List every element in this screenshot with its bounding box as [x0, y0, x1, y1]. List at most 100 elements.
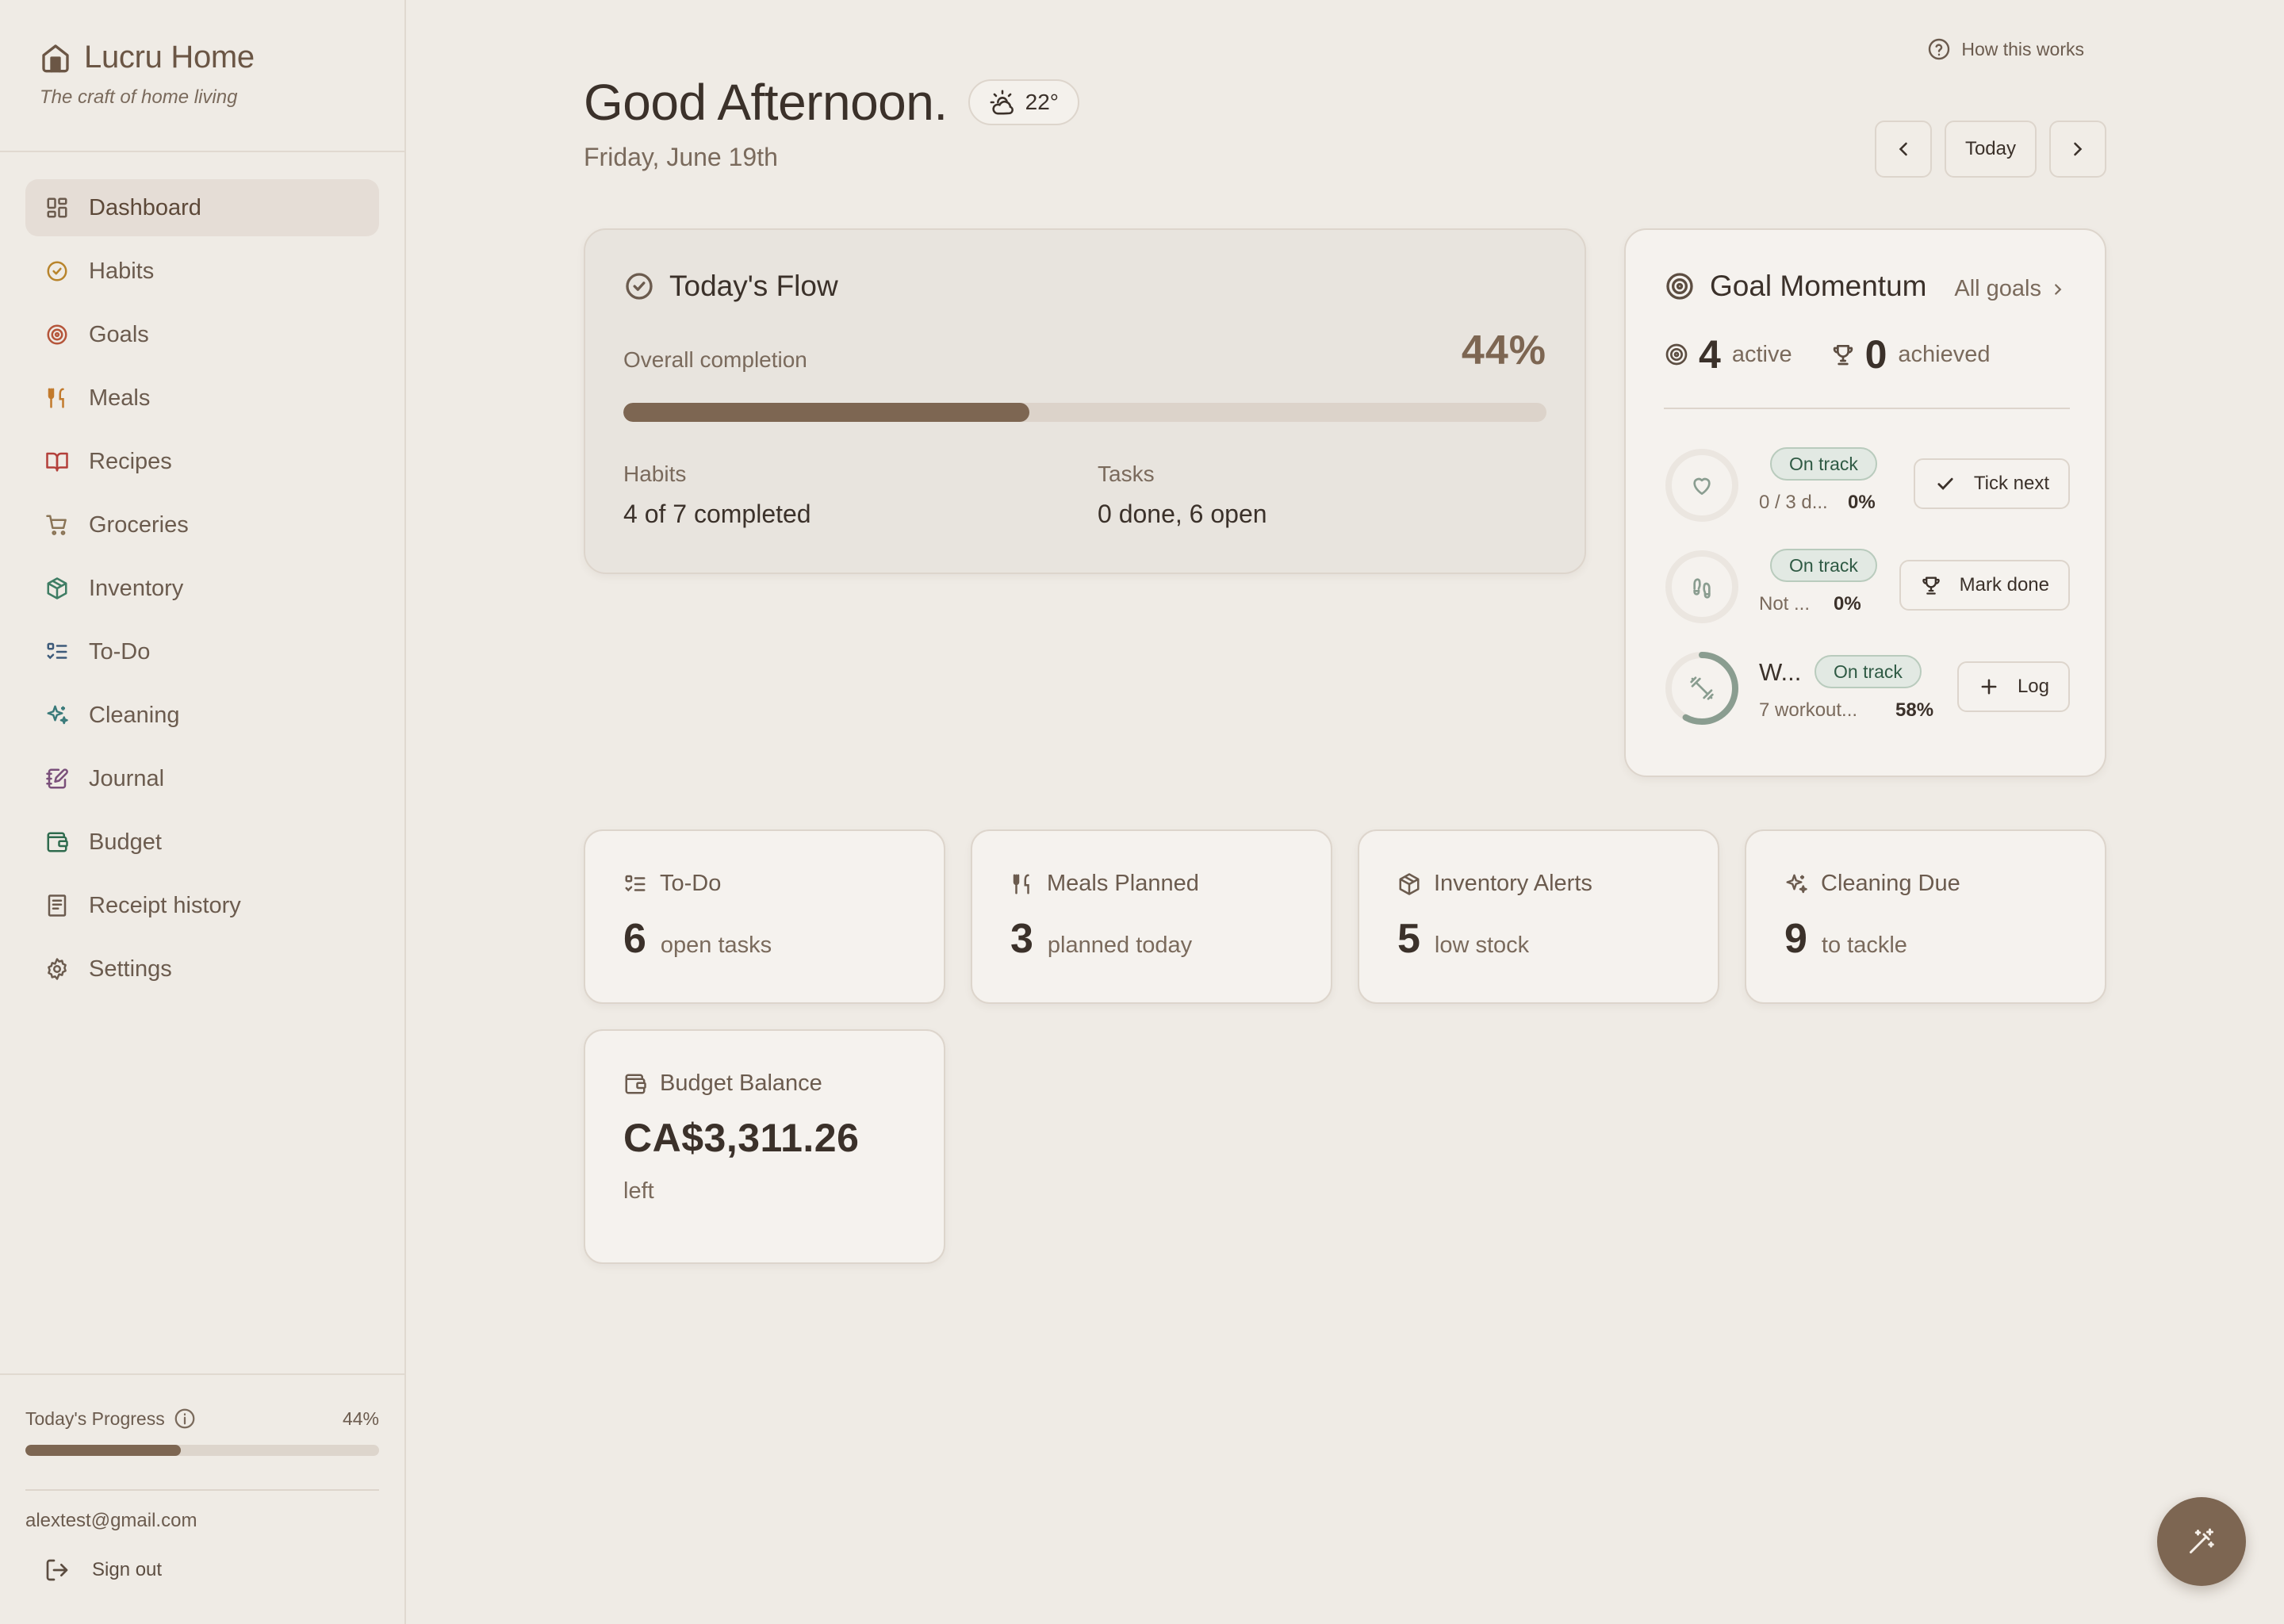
- previous-day-button[interactable]: [1874, 121, 1932, 178]
- chevron-right-icon: [2067, 138, 2089, 160]
- sidebar-item-todo[interactable]: To-Do: [25, 623, 379, 680]
- sidebar-item-goals[interactable]: Goals: [25, 306, 379, 363]
- sidebar-item-recipes[interactable]: Recipes: [25, 433, 379, 490]
- wallet-icon: [44, 829, 70, 855]
- completion-progress-bar: [623, 403, 1546, 422]
- overall-completion-percent: 44%: [1461, 327, 1546, 373]
- tick-next-button[interactable]: Tick next: [1913, 458, 2070, 509]
- how-this-works-link[interactable]: How this works: [1926, 36, 2084, 62]
- card-value: 6 open tasks: [623, 915, 772, 963]
- divider: [1664, 408, 2070, 409]
- meals-planned-card[interactable]: Meals Planned 3 planned today: [971, 829, 1332, 1004]
- card-title: Budget Balance: [623, 1071, 822, 1097]
- sidebar-item-label: Journal: [89, 765, 165, 791]
- receipt-icon: [44, 893, 70, 918]
- sidebar-item-label: Habits: [89, 258, 155, 284]
- achieved-label: achieved: [1898, 341, 1991, 367]
- sidebar-nav: Dashboard Habits Goals Meals Recipes Gro…: [25, 179, 379, 1004]
- sidebar-item-dashboard[interactable]: Dashboard: [25, 179, 379, 236]
- card-title: To-Do: [623, 871, 721, 897]
- dumbbell-icon: [1689, 676, 1715, 701]
- brand[interactable]: Lucru Home The craft of home living: [40, 40, 255, 109]
- sidebar-item-settings[interactable]: Settings: [25, 940, 379, 998]
- today-button[interactable]: Today: [1944, 121, 2037, 178]
- target-icon: [44, 322, 70, 347]
- sidebar-item-journal[interactable]: Journal: [25, 750, 379, 807]
- goal-row[interactable]: On track 0 / 3 d... 0% Tick next: [1664, 447, 2070, 527]
- tasks-value: 0 done, 6 open: [1098, 500, 1267, 528]
- card-unit: planned today: [1047, 933, 1193, 958]
- dashboard-icon: [44, 195, 70, 220]
- divider: [0, 151, 404, 152]
- info-icon[interactable]: [173, 1407, 197, 1431]
- sign-out-label: Sign out: [92, 1559, 163, 1580]
- todo-card[interactable]: To-Do 6 open tasks: [584, 829, 945, 1004]
- next-day-button[interactable]: [2049, 121, 2106, 178]
- list-todo-icon: [44, 639, 70, 665]
- inventory-alerts-card[interactable]: Inventory Alerts 5 low stock: [1358, 829, 1719, 1004]
- tick-next-label: Tick next: [1973, 473, 2049, 494]
- todays-progress: Today's Progress 44%: [25, 1407, 379, 1431]
- goal-row[interactable]: On track Not ... 0% Mark done: [1664, 549, 2070, 628]
- cleaning-due-card[interactable]: Cleaning Due 9 to tackle: [1745, 829, 2106, 1004]
- budget-balance-card[interactable]: Budget Balance CA$3,311.26 left: [584, 1029, 945, 1264]
- page-title: Good Afternoon.: [584, 74, 948, 131]
- sign-out-button[interactable]: Sign out: [44, 1557, 162, 1583]
- goal-row[interactable]: W... On track 7 workout... 58% Log: [1664, 650, 2070, 730]
- sidebar-item-receipt-history[interactable]: Receipt history: [25, 877, 379, 934]
- cart-icon: [44, 512, 70, 538]
- cloud-sun-icon: [989, 89, 1016, 116]
- sidebar-item-label: Receipt history: [89, 892, 241, 918]
- active-label: active: [1731, 341, 1792, 367]
- magic-wand-button[interactable]: [2157, 1497, 2246, 1586]
- log-label: Log: [2017, 676, 2049, 697]
- utensils-icon: [44, 385, 70, 411]
- card-value: 3 planned today: [1010, 915, 1192, 963]
- log-button[interactable]: Log: [1956, 661, 2070, 712]
- weather-badge: 22°: [968, 79, 1079, 125]
- status-badge: On track: [1770, 549, 1877, 582]
- card-number: 6: [623, 916, 646, 962]
- card-unit: open tasks: [660, 933, 772, 958]
- sidebar-item-meals[interactable]: Meals: [25, 370, 379, 427]
- sidebar-item-habits[interactable]: Habits: [25, 243, 379, 300]
- card-unit: low stock: [1434, 933, 1530, 958]
- temperature: 22°: [1025, 90, 1059, 114]
- goal-subtitle: 7 workout...: [1759, 699, 1858, 721]
- goal-title: W...: [1759, 658, 1802, 686]
- habits-label: Habits: [623, 462, 687, 486]
- card-title: Cleaning Due: [1784, 871, 1960, 897]
- greeting-row: Good Afternoon. 22°: [584, 73, 1079, 132]
- goal-percent: 0%: [1834, 593, 1861, 615]
- utensils-icon: [1010, 872, 1034, 896]
- mark-done-button[interactable]: Mark done: [1899, 560, 2070, 611]
- card-number: 9: [1784, 916, 1807, 962]
- goal-percent: 58%: [1895, 699, 1934, 721]
- main-content: How this works Good Afternoon. 22° Frida…: [406, 0, 2284, 1624]
- how-this-works-label: How this works: [1961, 38, 2084, 59]
- sidebar-item-budget[interactable]: Budget: [25, 814, 379, 871]
- card-title-label: Cleaning Due: [1821, 871, 1960, 896]
- card-title-label: Today's Flow: [669, 270, 838, 302]
- box-icon: [1397, 872, 1421, 896]
- mark-done-label: Mark done: [1959, 574, 2049, 596]
- card-title-label: Inventory Alerts: [1434, 871, 1592, 896]
- sidebar-item-inventory[interactable]: Inventory: [25, 560, 379, 617]
- all-goals-link[interactable]: All goals: [1954, 276, 2067, 302]
- date-navigation: Today: [1874, 121, 2106, 178]
- tasks-label: Tasks: [1098, 462, 1155, 486]
- progress-label: Today's Progress: [25, 1408, 165, 1429]
- status-badge: On track: [1770, 447, 1877, 481]
- card-unit: to tackle: [1821, 933, 1907, 958]
- heart-icon: [1689, 473, 1715, 498]
- check-icon: [1934, 473, 1956, 495]
- wallet-icon: [623, 1072, 647, 1096]
- progress-percent: 44%: [342, 1408, 379, 1429]
- sidebar-item-cleaning[interactable]: Cleaning: [25, 687, 379, 744]
- card-value: 9 to tackle: [1784, 915, 1907, 963]
- current-date: Friday, June 19th: [584, 143, 778, 171]
- sidebar-item-label: Groceries: [89, 511, 189, 538]
- sidebar-item-groceries[interactable]: Groceries: [25, 496, 379, 553]
- box-icon: [44, 576, 70, 601]
- sidebar-item-label: Goals: [89, 321, 149, 347]
